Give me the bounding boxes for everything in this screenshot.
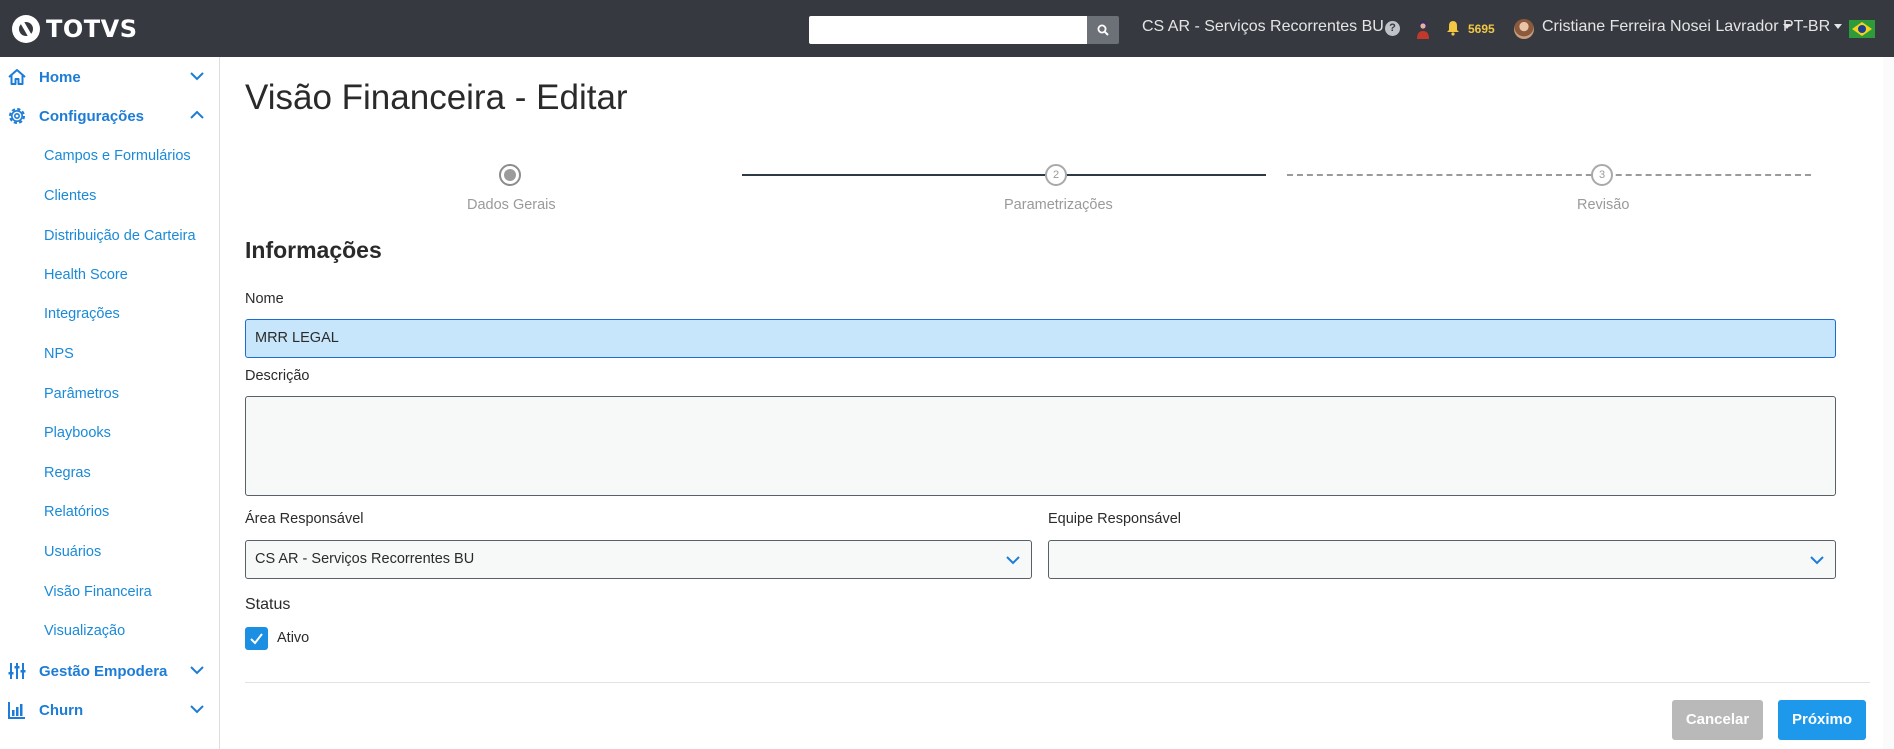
sliders-icon [8,663,26,679]
step-1-label: Dados Gerais [467,197,556,213]
step-2-label: Parametrizações [1004,197,1113,213]
search-input[interactable] [809,16,1087,44]
descricao-label: Descrição [245,368,310,384]
sidebar-item-visao-financeira[interactable]: Visão Financeira [44,584,152,600]
bar-chart-icon [8,702,25,719]
sidebar-item-campos-formularios[interactable]: Campos e Formulários [44,148,191,164]
chevron-down-icon [190,705,204,714]
sidebar-item-distribuicao-carteira[interactable]: Distribuição de Carteira [44,228,196,244]
sidebar-group-label: Configurações [39,107,145,125]
equipe-responsavel-label: Equipe Responsável [1048,511,1182,527]
status-label: Status [245,596,291,613]
chevron-down-icon [1006,556,1020,565]
chevron-down-icon [190,666,204,675]
sidebar-item-parametros[interactable]: Parâmetros [44,386,119,402]
user-avatar[interactable] [1514,19,1534,39]
area-responsavel-label: Área Responsável [245,511,364,527]
stepper-line-pending [1287,174,1811,176]
sidebar-item-usuarios[interactable]: Usuários [44,544,101,560]
sidebar-group-label: Churn [39,701,84,719]
step-2-circle: 2 [1045,164,1067,186]
cancel-button[interactable]: Cancelar [1672,700,1763,740]
area-responsavel-select[interactable]: CS AR - Serviços Recorrentes BU [245,540,1032,579]
sidebar-group-gestao-empodera[interactable]: Gestão Empodera [0,656,220,686]
nome-label: Nome [245,291,284,307]
totvs-logo-icon [12,15,40,43]
footer-divider [245,682,1870,683]
ativo-checkbox[interactable] [245,627,268,650]
step-1-circle [499,164,521,186]
notification-count[interactable]: 5695 [1468,22,1495,36]
sidebar-group-label: Home [39,68,81,86]
caret-down-icon [1834,24,1843,30]
ativo-label: Ativo [277,630,310,646]
gear-icon [9,108,25,124]
check-icon [250,633,263,645]
sidebar-group-configuracoes[interactable]: Configurações [0,101,220,131]
section-title: Informações [245,237,382,263]
bell-icon[interactable] [1446,20,1460,36]
area-responsavel-value: CS AR - Serviços Recorrentes BU [255,551,475,567]
org-selector[interactable]: CS AR - Serviços Recorrentes BU [1142,18,1396,36]
step-3-circle: 3 [1591,164,1613,186]
sidebar-item-regras[interactable]: Regras [44,465,91,481]
search-icon [1097,24,1109,36]
equipe-responsavel-select[interactable] [1048,540,1836,579]
sidebar-item-nps[interactable]: NPS [44,346,74,362]
sidebar-item-playbooks[interactable]: Playbooks [44,425,111,441]
descricao-textarea[interactable] [245,396,1836,496]
agent-avatar-icon[interactable] [1415,19,1431,39]
sidebar-item-relatorios[interactable]: Relatórios [44,504,109,520]
page-scrollbar[interactable] [1883,57,1894,749]
chevron-down-icon [1810,556,1824,565]
brazil-flag-icon[interactable] [1849,20,1875,38]
sidebar-group-churn[interactable]: Churn [0,695,220,725]
nome-input[interactable]: MRR LEGAL [245,319,1836,358]
brand-name: TOTVS [46,15,138,43]
step-3-label: Revisão [1577,197,1630,213]
sidebar-item-integracoes[interactable]: Integrações [44,306,120,322]
main-content: Visão Financeira - Editar Dados Gerais 2… [221,57,1894,749]
chevron-up-icon [190,110,204,119]
sidebar-group-label: Gestão Empodera [39,662,168,680]
sidebar-item-visualizacao[interactable]: Visualização [44,623,125,639]
home-icon [8,69,26,85]
top-bar: TOTVS CS AR - Serviços Recorrentes BU ? … [0,0,1894,57]
chevron-down-icon [190,72,204,81]
totvs-logo[interactable]: TOTVS [12,14,138,44]
search-button[interactable] [1087,16,1119,44]
sidebar-group-home[interactable]: Home [0,62,220,92]
user-menu[interactable]: Cristiane Ferreira Nosei Lavrador [1542,18,1791,36]
sidebar-item-clientes[interactable]: Clientes [44,188,96,204]
next-button[interactable]: Próximo [1778,700,1866,740]
stepper-line-complete [742,174,1266,176]
sidebar: Home Configurações Campos e Formulários … [0,57,220,749]
question-circle-icon[interactable]: ? [1385,21,1400,36]
language-label: PT-BR [1783,18,1831,35]
page-title: Visão Financeira - Editar [245,78,628,117]
org-selector-label: CS AR - Serviços Recorrentes BU [1142,18,1384,35]
language-selector[interactable]: PT-BR [1783,18,1843,36]
user-name: Cristiane Ferreira Nosei Lavrador [1542,18,1779,35]
sidebar-item-health-score[interactable]: Health Score [44,267,128,283]
